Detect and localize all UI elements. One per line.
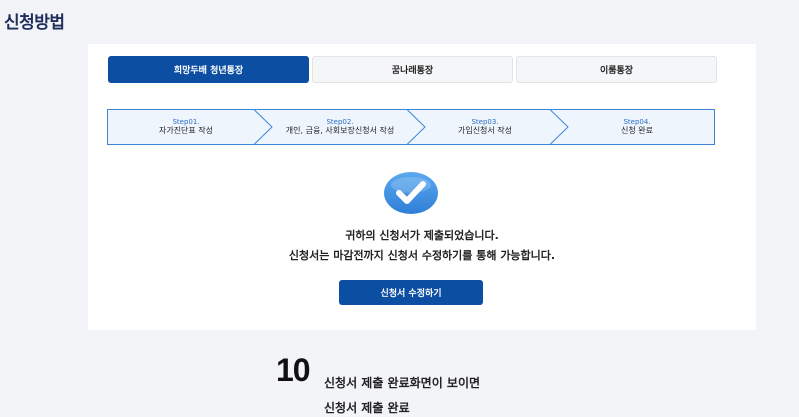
step-1: Step01. 자가진단표 작성 (111, 109, 261, 145)
step-number: 10 (276, 352, 311, 388)
edit-info-message: 신청서는 마감전까지 신청서 수정하기를 통해 가능합니다. (288, 249, 556, 262)
edit-application-button[interactable]: 신청서 수정하기 (339, 280, 483, 305)
step-4-number: Step04. (623, 117, 651, 126)
section-title: 신청방법 (4, 13, 65, 33)
application-card: 희망두배 청년통장 꿈나래통장 이룸통장 Step01. 자가진단표 작성 St… (88, 44, 756, 330)
check-circle-icon (384, 172, 438, 214)
tab-irum[interactable]: 이룸통장 (516, 56, 717, 83)
step-4-name: 신청 완료 (621, 126, 653, 136)
account-tabs: 희망두배 청년통장 꿈나래통장 이룸통장 (108, 56, 717, 83)
tab-hope-double[interactable]: 희망두배 청년통장 (108, 56, 309, 83)
submitted-message: 귀하의 신청서가 제출되었습니다. (345, 229, 499, 242)
tab-kkumnarae[interactable]: 꿈나래통장 (312, 56, 513, 83)
caption-line-1: 신청서 제출 완료화면이 보이면 (324, 376, 481, 390)
step-3: Step03. 가입신청서 작성 (415, 109, 555, 145)
step-4: Step04. 신청 완료 (562, 109, 712, 145)
step-2-name: 개인, 금융, 사회보장신청서 작성 (285, 126, 395, 136)
step-3-name: 가입신청서 작성 (457, 126, 513, 136)
step-1-name: 자가진단표 작성 (158, 126, 214, 136)
step-2: Step02. 개인, 금융, 사회보장신청서 작성 (265, 109, 415, 145)
step-progress: Step01. 자가진단표 작성 Step02. 개인, 금융, 사회보장신청서… (107, 109, 715, 145)
caption-line-2: 신청서 제출 완료 (324, 401, 410, 415)
